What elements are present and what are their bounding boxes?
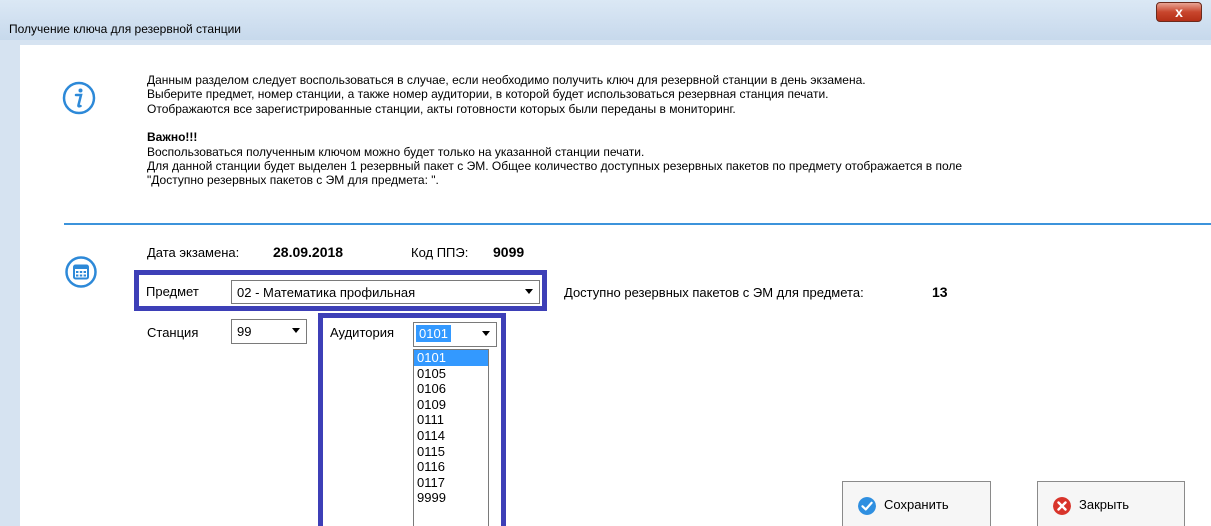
room-select-value: 0101 <box>416 325 451 342</box>
section-divider <box>64 223 1211 225</box>
check-icon <box>858 497 876 515</box>
close-button-label: Закрыть <box>1079 497 1130 512</box>
calendar-icon <box>65 256 97 288</box>
important-heading: Важно!!! <box>147 130 198 145</box>
info-line: Выберите предмет, номер станции, а также… <box>147 87 829 102</box>
room-select[interactable]: 0101 <box>413 322 497 347</box>
info-line: Данным разделом следует воспользоваться … <box>147 73 866 87</box>
info-icon <box>62 81 96 115</box>
room-option[interactable]: 0106 <box>414 381 488 397</box>
subject-label: Предмет <box>146 284 199 299</box>
close-button[interactable]: Закрыть <box>1037 481 1185 526</box>
info-line: Для данной станции будет выделен 1 резер… <box>147 159 963 174</box>
room-option[interactable]: 0114 <box>414 428 488 444</box>
room-label: Аудитория <box>330 325 395 340</box>
info-text: Данным разделом следует воспользоваться … <box>147 73 962 188</box>
chevron-down-icon[interactable] <box>525 289 533 294</box>
chevron-down-icon[interactable] <box>292 328 300 333</box>
station-label: Станция <box>147 325 199 340</box>
station-select[interactable]: 99 <box>231 319 307 344</box>
window-close-button[interactable]: x <box>1156 2 1202 22</box>
window-title: Получение ключа для резервной станции <box>9 22 241 36</box>
close-x-icon <box>1053 497 1071 515</box>
subject-select[interactable]: 02 - Математика профильная <box>231 280 540 304</box>
available-packages-label: Доступно резервных пакетов с ЭМ для пред… <box>564 285 864 300</box>
chevron-down-icon[interactable] <box>482 331 490 336</box>
save-button[interactable]: Сохранить <box>842 481 991 526</box>
room-option[interactable]: 0116 <box>414 459 488 475</box>
save-button-label: Сохранить <box>884 497 949 512</box>
room-option[interactable]: 0109 <box>414 397 488 413</box>
room-option[interactable]: 9999 <box>414 490 488 506</box>
exam-date-value: 28.09.2018 <box>273 244 344 260</box>
info-line: Воспользоваться полученным ключом можно … <box>147 144 645 159</box>
station-select-value: 99 <box>237 324 252 339</box>
room-option[interactable]: 0105 <box>414 366 488 382</box>
dialog-window: Получение ключа для резервной станции x … <box>0 0 1211 526</box>
exam-date-label: Дата экзамена: <box>147 245 240 260</box>
room-dropdown-list: 0101 0105 0106 0109 0111 0114 0115 0116 0117 9999 <box>413 349 489 526</box>
ppe-code-value: 9099 <box>493 244 525 260</box>
subject-select-value: 02 - Математика профильная <box>237 285 416 300</box>
room-option[interactable]: 0111 <box>414 412 488 428</box>
room-option[interactable]: 0101 <box>414 350 488 366</box>
title-bar: Получение ключа для резервной станции x <box>0 0 1211 40</box>
ppe-code-label: Код ППЭ: <box>411 245 469 260</box>
info-line: "Доступно резервных пакетов с ЭМ для пре… <box>147 173 439 188</box>
available-packages-count: 13 <box>932 284 948 300</box>
room-option[interactable]: 0117 <box>414 475 488 491</box>
room-option[interactable]: 0115 <box>414 444 488 460</box>
info-line: Отображаются все зарегистрированные стан… <box>147 101 736 116</box>
